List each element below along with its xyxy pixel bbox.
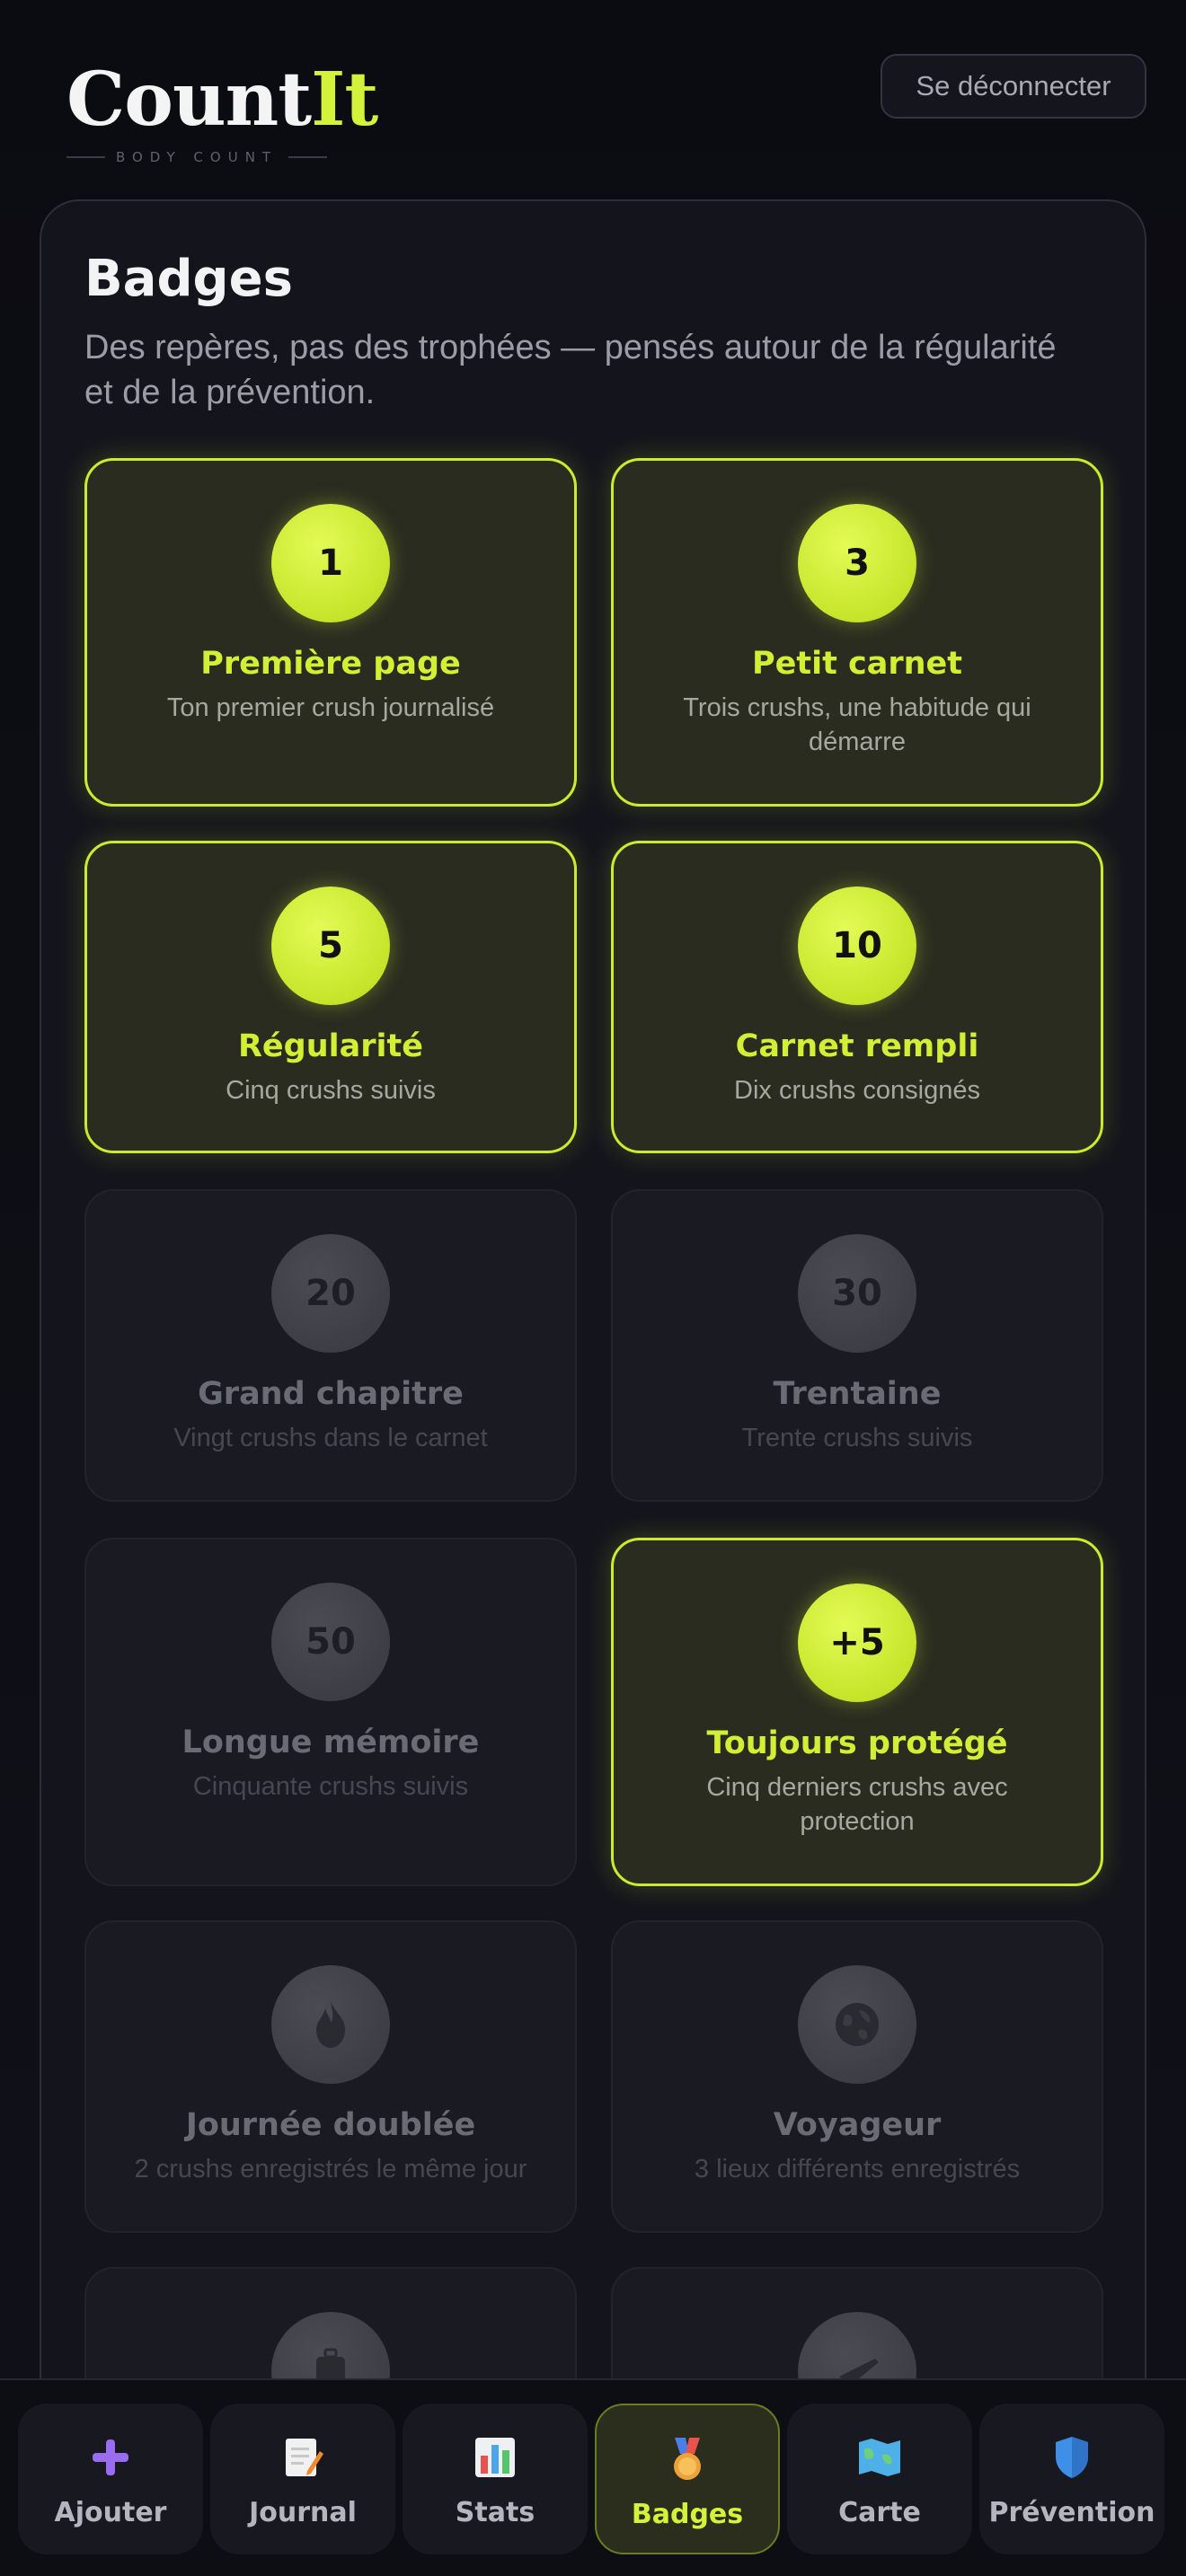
- badge-card-double-day[interactable]: Journée doublée 2 crushs enregistrés le …: [84, 1920, 577, 2233]
- nav-item-carte[interactable]: Carte: [787, 2404, 972, 2554]
- logo-main-text: Count: [66, 57, 312, 143]
- flame-icon: [271, 1965, 390, 2084]
- app-logo[interactable]: CountIt BODY COUNT: [66, 63, 378, 165]
- page-description: Des repères, pas des trophées — pensés a…: [84, 329, 1057, 411]
- nav-item-ajouter[interactable]: Ajouter: [18, 2404, 203, 2554]
- badge-name: Journée doublée: [185, 2107, 476, 2143]
- logo-rule-left: [66, 156, 105, 158]
- badge-card-traveler[interactable]: Voyageur 3 lieux différents enregistrés: [611, 1920, 1103, 2233]
- shield-icon: [1049, 2434, 1095, 2481]
- logo-sub-text: BODY COUNT: [115, 149, 279, 165]
- badge-name: Carnet rempli: [735, 1028, 979, 1064]
- badge-name: Toujours protégé: [706, 1725, 1008, 1761]
- badge-card-5[interactable]: 5 Régularité Cinq crushs suivis: [84, 841, 577, 1153]
- plus-icon: [87, 2434, 134, 2481]
- page-title: Badges: [84, 250, 293, 308]
- nav-label: Prévention: [988, 2497, 1155, 2528]
- badge-description: Vingt crushs dans le carnet: [173, 1424, 488, 1452]
- nav-item-badges[interactable]: Badges: [595, 2404, 780, 2554]
- badge-description: Trois crushs, une habitude qui démarre: [683, 693, 1031, 756]
- badge-name: Première page: [200, 646, 461, 682]
- logo-rule-right: [288, 156, 328, 158]
- badge-medal: 50: [271, 1583, 390, 1701]
- app-header: CountIt BODY COUNT Se déconnecter: [0, 0, 1186, 198]
- badge-card-50[interactable]: 50 Longue mémoire Cinquante crushs suivi…: [84, 1538, 577, 1886]
- nav-item-journal[interactable]: Journal: [210, 2404, 395, 2554]
- badge-name: Régularité: [237, 1028, 423, 1064]
- memo-icon: [279, 2434, 326, 2481]
- globe-icon: [798, 1965, 916, 2084]
- bar-chart-icon: [472, 2434, 518, 2481]
- medal-icon: [664, 2436, 711, 2483]
- badge-medal: 20: [271, 1234, 390, 1353]
- badge-medal: 5: [271, 887, 390, 1005]
- badge-card-3[interactable]: 3 Petit carnet Trois crushs, une habitud…: [611, 458, 1103, 807]
- badges-page: CountIt BODY COUNT Se déconnecter Badges…: [0, 0, 1186, 2576]
- badge-description: Ton premier crush journalisé: [166, 693, 495, 722]
- nav-label: Ajouter: [54, 2497, 167, 2528]
- badge-description: Dix crushs consignés: [734, 1076, 980, 1105]
- logo-accent-text: It: [311, 57, 378, 143]
- badge-name: Voyageur: [773, 2107, 942, 2143]
- bottom-nav: Ajouter Journal Stats Badges Carte Préve…: [0, 2378, 1186, 2576]
- nav-label: Stats: [455, 2497, 535, 2528]
- badge-description: Cinq crushs suivis: [226, 1076, 436, 1105]
- nav-item-stats[interactable]: Stats: [403, 2404, 588, 2554]
- badge-medal: +5: [798, 1584, 916, 1702]
- badge-card-protected[interactable]: +5 Toujours protégé Cinq derniers crushs…: [611, 1538, 1103, 1886]
- nav-label: Badges: [631, 2499, 744, 2530]
- badge-card-1[interactable]: 1 Première page Ton premier crush journa…: [84, 458, 577, 807]
- map-icon: [856, 2434, 903, 2481]
- badge-medal: 1: [271, 504, 390, 622]
- nav-label: Carte: [838, 2497, 921, 2528]
- badge-name: Trentaine: [773, 1376, 942, 1412]
- badge-card-30[interactable]: 30 Trentaine Trente crushs suivis: [611, 1189, 1103, 1502]
- badge-medal: 3: [798, 504, 916, 622]
- logout-button[interactable]: Se déconnecter: [881, 54, 1146, 119]
- badge-description: Trente crushs suivis: [741, 1424, 973, 1452]
- badge-description: Cinq derniers crushs avec protection: [706, 1773, 1008, 1836]
- badge-name: Grand chapitre: [198, 1376, 464, 1412]
- badge-name: Petit carnet: [751, 646, 963, 682]
- badge-medal: 10: [798, 887, 916, 1005]
- badge-description: Cinquante crushs suivis: [192, 1772, 469, 1801]
- badge-card-10[interactable]: 10 Carnet rempli Dix crushs consignés: [611, 841, 1103, 1153]
- badge-description: 2 crushs enregistrés le même jour: [134, 2155, 527, 2183]
- badge-description: 3 lieux différents enregistrés: [694, 2155, 1021, 2183]
- badge-name: Longue mémoire: [181, 1725, 480, 1760]
- badges-panel: Badges Des repères, pas des trophées — p…: [40, 199, 1146, 2576]
- nav-label: Journal: [249, 2497, 357, 2528]
- logo-subtitle: BODY COUNT: [66, 149, 328, 165]
- badge-card-20[interactable]: 20 Grand chapitre Vingt crushs dans le c…: [84, 1189, 577, 1502]
- badge-medal: 30: [798, 1234, 916, 1353]
- nav-item-prevention[interactable]: Prévention: [979, 2404, 1164, 2554]
